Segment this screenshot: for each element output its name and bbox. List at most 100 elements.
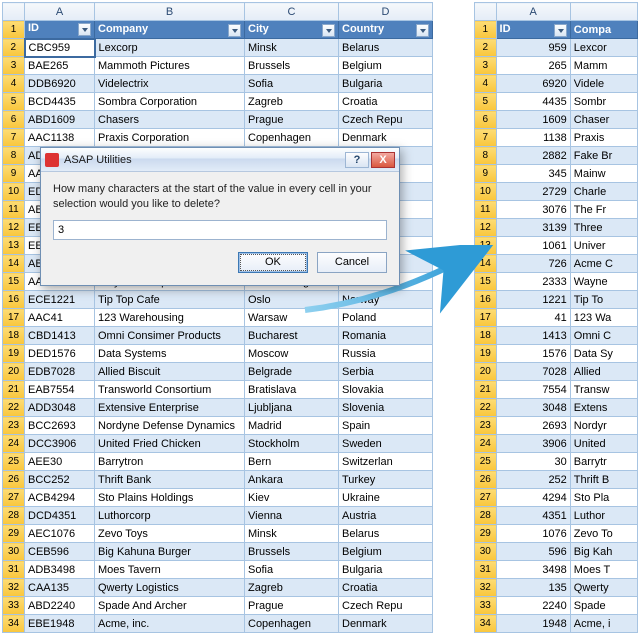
row-header[interactable]: 29 bbox=[3, 525, 25, 543]
cell[interactable]: 3498 bbox=[496, 561, 570, 579]
cell[interactable]: 1948 bbox=[496, 615, 570, 633]
col-header-b[interactable] bbox=[570, 3, 637, 21]
table-row[interactable]: 71138Praxis bbox=[475, 129, 638, 147]
cell[interactable]: Videlectrix bbox=[95, 75, 245, 93]
cell[interactable]: Serbia bbox=[339, 363, 433, 381]
cell[interactable]: Fake Br bbox=[570, 147, 637, 165]
row-header[interactable]: 31 bbox=[3, 561, 25, 579]
row-header[interactable]: 20 bbox=[475, 363, 497, 381]
cell[interactable]: 1221 bbox=[496, 291, 570, 309]
col-header-b[interactable]: B bbox=[95, 3, 245, 21]
row-header[interactable]: 4 bbox=[475, 75, 497, 93]
cell[interactable]: Belgium bbox=[339, 543, 433, 561]
cell[interactable]: Univer bbox=[570, 237, 637, 255]
cell[interactable]: DCC3906 bbox=[25, 435, 95, 453]
table-row[interactable]: 232693Nordyr bbox=[475, 417, 638, 435]
cell[interactable]: Chasers bbox=[95, 111, 245, 129]
row-header[interactable]: 22 bbox=[475, 399, 497, 417]
table-row[interactable]: 123139Three bbox=[475, 219, 638, 237]
row-header[interactable]: 33 bbox=[3, 597, 25, 615]
table-row[interactable]: 7AAC1138Praxis CorporationCopenhagenDenm… bbox=[3, 129, 433, 147]
col-header-a[interactable]: A bbox=[25, 3, 95, 21]
table-row[interactable]: 341948Acme, i bbox=[475, 615, 638, 633]
cell[interactable]: Prague bbox=[245, 597, 339, 615]
table-row[interactable]: 6ABD1609ChasersPragueCzech Repu bbox=[3, 111, 433, 129]
table-row[interactable]: 17AAC41123 WarehousingWarsawPoland bbox=[3, 309, 433, 327]
cell[interactable]: Russia bbox=[339, 345, 433, 363]
cell[interactable]: United Fried Chicken bbox=[95, 435, 245, 453]
cell[interactable]: Oslo bbox=[245, 291, 339, 309]
row-header[interactable]: 19 bbox=[475, 345, 497, 363]
spreadsheet-left[interactable]: A B C D 1 ID Company City Country 2CBC95… bbox=[2, 2, 433, 633]
cell[interactable]: Wayne bbox=[570, 273, 637, 291]
table-row[interactable]: 2959Lexcor bbox=[475, 39, 638, 57]
row-header[interactable]: 34 bbox=[3, 615, 25, 633]
cell[interactable]: 41 bbox=[496, 309, 570, 327]
table-row[interactable]: 3BAE265Mammoth PicturesBrusselsBelgium bbox=[3, 57, 433, 75]
cell[interactable]: Croatia bbox=[339, 93, 433, 111]
table-row[interactable]: 113076The Fr bbox=[475, 201, 638, 219]
cell[interactable]: ADD3048 bbox=[25, 399, 95, 417]
table-row[interactable]: 28DCD4351LuthorcorpViennaAustria bbox=[3, 507, 433, 525]
row-header[interactable]: 27 bbox=[475, 489, 497, 507]
row-header[interactable]: 3 bbox=[3, 57, 25, 75]
table-row[interactable]: 313498Moes T bbox=[475, 561, 638, 579]
table-row[interactable]: 274294Sto Pla bbox=[475, 489, 638, 507]
col-header-d[interactable]: D bbox=[339, 3, 433, 21]
row-header[interactable]: 24 bbox=[475, 435, 497, 453]
table-row[interactable]: 82882Fake Br bbox=[475, 147, 638, 165]
cell[interactable]: Extensive Enterprise bbox=[95, 399, 245, 417]
cell[interactable]: Bulgaria bbox=[339, 75, 433, 93]
table-row[interactable]: 32CAA135Qwerty LogisticsZagrebCroatia bbox=[3, 579, 433, 597]
cell[interactable]: CAA135 bbox=[25, 579, 95, 597]
cell[interactable]: DDB6920 bbox=[25, 75, 95, 93]
cell[interactable]: The Fr bbox=[570, 201, 637, 219]
table-row[interactable]: 284351Luthor bbox=[475, 507, 638, 525]
cell[interactable]: Thrift B bbox=[570, 471, 637, 489]
row-header[interactable]: 14 bbox=[475, 255, 497, 273]
row-header[interactable]: 10 bbox=[3, 183, 25, 201]
cell[interactable]: 3906 bbox=[496, 435, 570, 453]
row-header[interactable]: 1 bbox=[475, 21, 497, 39]
table-row[interactable]: 102729Charle bbox=[475, 183, 638, 201]
cell[interactable]: Big Kah bbox=[570, 543, 637, 561]
cell[interactable]: 252 bbox=[496, 471, 570, 489]
row-header[interactable]: 23 bbox=[3, 417, 25, 435]
cell[interactable]: Sweden bbox=[339, 435, 433, 453]
cell[interactable]: Chaser bbox=[570, 111, 637, 129]
table-row[interactable]: 4DDB6920VidelectrixSofiaBulgaria bbox=[3, 75, 433, 93]
spreadsheet-right[interactable]: A 1 ID Compa 2959Lexcor3265Mamm46920Vide… bbox=[474, 2, 638, 633]
table-row[interactable]: 61609Chaser bbox=[475, 111, 638, 129]
cell[interactable]: EDB7028 bbox=[25, 363, 95, 381]
filter-dropdown-icon[interactable] bbox=[228, 24, 241, 37]
cell[interactable]: Sto Plains Holdings bbox=[95, 489, 245, 507]
row-header[interactable]: 28 bbox=[475, 507, 497, 525]
cell[interactable]: BCC252 bbox=[25, 471, 95, 489]
filter-dropdown-icon[interactable] bbox=[416, 24, 429, 37]
cell[interactable]: Bulgaria bbox=[339, 561, 433, 579]
row-header[interactable]: 31 bbox=[475, 561, 497, 579]
table-row[interactable]: 33ABD2240Spade And ArcherPragueCzech Rep… bbox=[3, 597, 433, 615]
cell[interactable]: Nordyr bbox=[570, 417, 637, 435]
filter-dropdown-icon[interactable] bbox=[554, 24, 567, 37]
row-header[interactable]: 25 bbox=[475, 453, 497, 471]
cell[interactable]: CBD1413 bbox=[25, 327, 95, 345]
table-header-city[interactable]: City bbox=[245, 21, 339, 39]
cell[interactable]: Mamm bbox=[570, 57, 637, 75]
table-row[interactable]: 16ECE1221Tip Top CafeOsloNorway bbox=[3, 291, 433, 309]
cell[interactable]: Ankara bbox=[245, 471, 339, 489]
row-header[interactable]: 10 bbox=[475, 183, 497, 201]
cell[interactable]: Brussels bbox=[245, 543, 339, 561]
select-all-corner[interactable] bbox=[3, 3, 25, 21]
cell[interactable]: AEE30 bbox=[25, 453, 95, 471]
cell[interactable]: 596 bbox=[496, 543, 570, 561]
cell[interactable]: 265 bbox=[496, 57, 570, 75]
cell[interactable]: DED1576 bbox=[25, 345, 95, 363]
cell[interactable]: ADB3498 bbox=[25, 561, 95, 579]
cell[interactable]: Barrytr bbox=[570, 453, 637, 471]
cell[interactable]: 3139 bbox=[496, 219, 570, 237]
cell[interactable]: Croatia bbox=[339, 579, 433, 597]
col-header-c[interactable]: C bbox=[245, 3, 339, 21]
cell[interactable]: Allied Biscuit bbox=[95, 363, 245, 381]
cell[interactable]: 7028 bbox=[496, 363, 570, 381]
